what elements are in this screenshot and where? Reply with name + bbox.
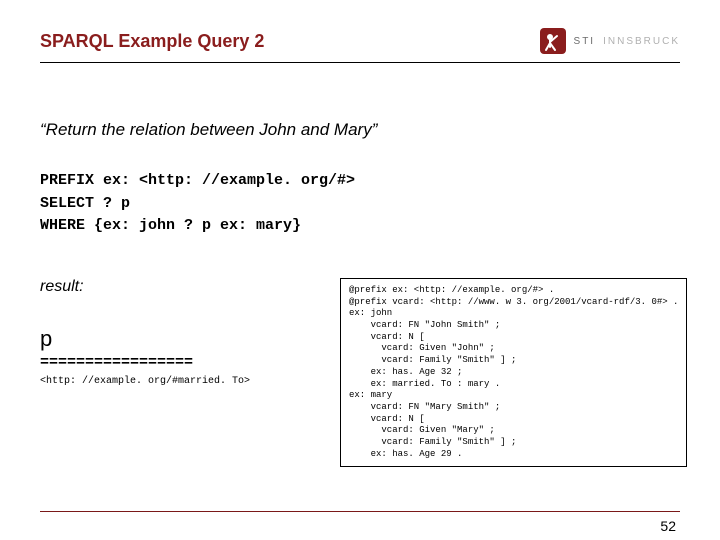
content: “Return the relation between John and Ma… <box>40 120 680 238</box>
logo-mark-icon <box>540 28 566 54</box>
page-number: 52 <box>660 518 676 534</box>
result-column: result: p ================= <http: //exa… <box>40 278 320 387</box>
query-line-where: WHERE {ex: john ? p ex: mary} <box>40 215 680 238</box>
slide: SPARQL Example Query 2 STI INNSBRUCK “Re… <box>0 0 720 540</box>
header: SPARQL Example Query 2 STI INNSBRUCK <box>40 28 680 54</box>
slide-title: SPARQL Example Query 2 <box>40 31 264 52</box>
rdf-data-box: @prefix ex: <http: //example. org/#> . @… <box>340 278 687 467</box>
lower-section: result: p ================= <http: //exa… <box>40 278 680 467</box>
result-separator: ================= <box>40 354 320 371</box>
result-label: result: <box>40 278 320 296</box>
footer-rule <box>40 511 680 512</box>
result-uri: <http: //example. org/#married. To> <box>40 376 320 387</box>
query-description: “Return the relation between John and Ma… <box>40 120 680 140</box>
sti-logo: STI INNSBRUCK <box>540 28 680 54</box>
logo-city-text: INNSBRUCK <box>603 36 680 47</box>
query-line-prefix: PREFIX ex: <http: //example. org/#> <box>40 170 680 193</box>
sparql-query: PREFIX ex: <http: //example. org/#> SELE… <box>40 170 680 238</box>
result-heading: p <box>40 326 320 352</box>
header-rule <box>40 62 680 63</box>
logo-sti-text: STI <box>574 36 596 47</box>
query-line-select: SELECT ? p <box>40 193 680 216</box>
